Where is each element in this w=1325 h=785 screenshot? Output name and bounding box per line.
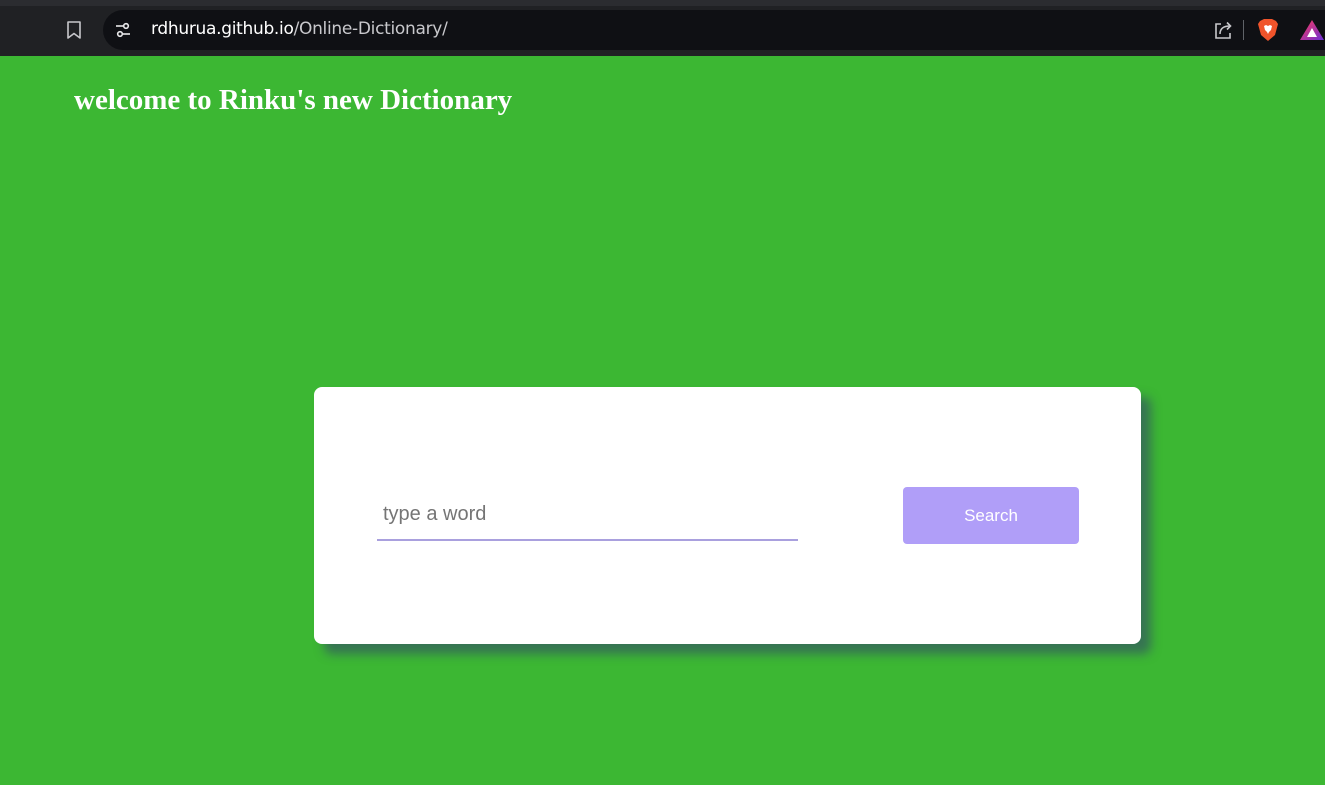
toolbar-divider [1243, 20, 1244, 40]
browser-toolbar: rdhurua.github.io/Online-Dictionary/ [0, 0, 1325, 56]
url-path: /Online-Dictionary/ [293, 19, 448, 39]
brave-rewards-icon[interactable] [1299, 18, 1325, 42]
share-icon[interactable] [1211, 18, 1235, 42]
url-host: rdhurua.github.io [151, 19, 294, 39]
search-input[interactable] [377, 489, 798, 541]
address-bar[interactable]: rdhurua.github.io/Online-Dictionary/ [103, 10, 1325, 50]
url-text[interactable]: rdhurua.github.io/Online-Dictionary/ [151, 19, 448, 39]
page-title: welcome to Rinku's new Dictionary [74, 84, 513, 116]
search-card: Search [314, 387, 1141, 644]
search-button[interactable]: Search [903, 487, 1079, 544]
bookmark-icon[interactable] [62, 18, 86, 42]
site-settings-icon[interactable] [113, 20, 133, 40]
brave-shields-icon[interactable] [1256, 17, 1280, 43]
tab-strip-edge [0, 0, 1325, 6]
